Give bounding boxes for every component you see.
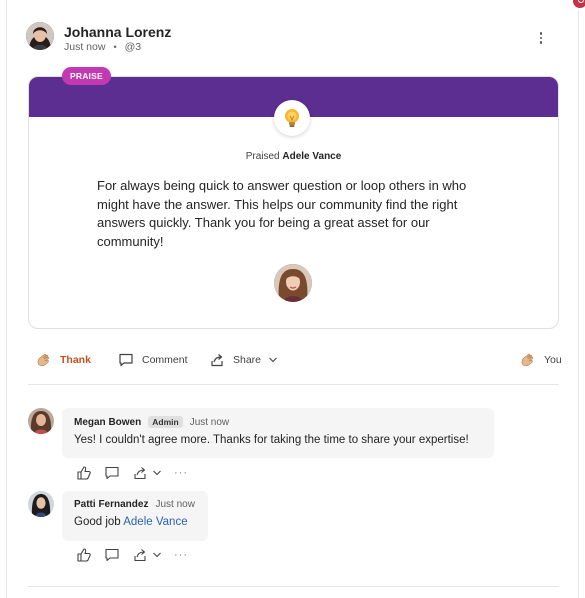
- praise-tag: PRAISE: [62, 67, 111, 85]
- share-label: Share: [233, 354, 262, 366]
- commenter-avatar[interactable]: [28, 491, 54, 517]
- comment-button[interactable]: Comment: [118, 348, 188, 372]
- praise-card: Praised Adele Vance For always being qui…: [28, 76, 559, 329]
- lightbulb-icon: [285, 109, 299, 127]
- post-meta: Just now • @3: [64, 41, 141, 53]
- more-options-icon[interactable]: ···: [174, 467, 188, 479]
- thank-button[interactable]: Thank: [36, 348, 91, 372]
- clapping-hands-icon: [521, 353, 534, 366]
- praise-message: For always being quick to answer questio…: [97, 178, 467, 249]
- comment-time: Just now: [155, 499, 195, 510]
- share-icon[interactable]: [132, 465, 148, 481]
- post-time: Just now: [64, 41, 106, 53]
- role-badge: Admin: [148, 416, 183, 428]
- recipient-avatar[interactable]: [274, 264, 312, 302]
- more-options-icon[interactable]: [534, 30, 548, 48]
- comment-label: Comment: [142, 354, 188, 366]
- mention-link[interactable]: Adele Vance: [123, 516, 187, 528]
- like-icon[interactable]: [76, 547, 92, 563]
- divider: [28, 586, 559, 587]
- comment-header: Patti Fernandez Just now: [74, 499, 196, 510]
- comment-bubble: Patti Fernandez Just now Good job Adele …: [62, 491, 208, 541]
- thank-label: Thank: [60, 354, 91, 366]
- praised-prefix: Praised: [245, 151, 280, 162]
- comment-bubble: Megan Bowen Admin Just now Yes! I couldn…: [62, 408, 494, 458]
- divider: [28, 384, 559, 385]
- praised-line: Praised Adele Vance: [29, 151, 558, 162]
- comment-icon: [119, 353, 133, 367]
- praise-badge: [274, 100, 310, 136]
- reply-icon[interactable]: [104, 547, 120, 563]
- comment-text: Good job Adele Vance: [74, 516, 196, 528]
- comment-header: Megan Bowen Admin Just now: [74, 416, 482, 428]
- more-options-icon[interactable]: ···: [174, 549, 188, 561]
- meta-separator: •: [113, 42, 117, 52]
- chevron-down-icon[interactable]: [268, 355, 278, 365]
- post-actions: Thank Comment Share You: [26, 348, 566, 372]
- clapping-hands-icon: [37, 353, 50, 366]
- commenter-avatar[interactable]: [28, 408, 54, 434]
- praised-recipient[interactable]: Adele Vance: [282, 151, 341, 162]
- share-button[interactable]: Share: [209, 348, 278, 372]
- chevron-down-icon[interactable]: [152, 468, 162, 478]
- comment-text: Yes! I couldn't agree more. Thanks for t…: [74, 434, 469, 446]
- post-group[interactable]: @3: [125, 41, 142, 53]
- comment-text-prefix: Good job: [74, 516, 124, 528]
- reactions-summary[interactable]: You: [520, 348, 562, 372]
- author-avatar[interactable]: [26, 22, 54, 50]
- commenter-name[interactable]: Megan Bowen: [74, 417, 141, 428]
- comment-actions: ···: [76, 546, 188, 564]
- comment-time: Just now: [189, 416, 230, 428]
- comment-actions: ···: [76, 464, 188, 482]
- commenter-name[interactable]: Patti Fernandez: [74, 499, 148, 510]
- reply-icon[interactable]: [104, 465, 120, 481]
- share-icon[interactable]: [132, 547, 148, 563]
- chevron-down-icon[interactable]: [152, 550, 162, 560]
- reactions-you-label: You: [544, 354, 562, 366]
- author-name[interactable]: Johanna Lorenz: [64, 24, 171, 40]
- like-icon[interactable]: [76, 465, 92, 481]
- post-header: Johanna Lorenz Just now • @3: [26, 20, 556, 60]
- share-icon: [211, 354, 223, 367]
